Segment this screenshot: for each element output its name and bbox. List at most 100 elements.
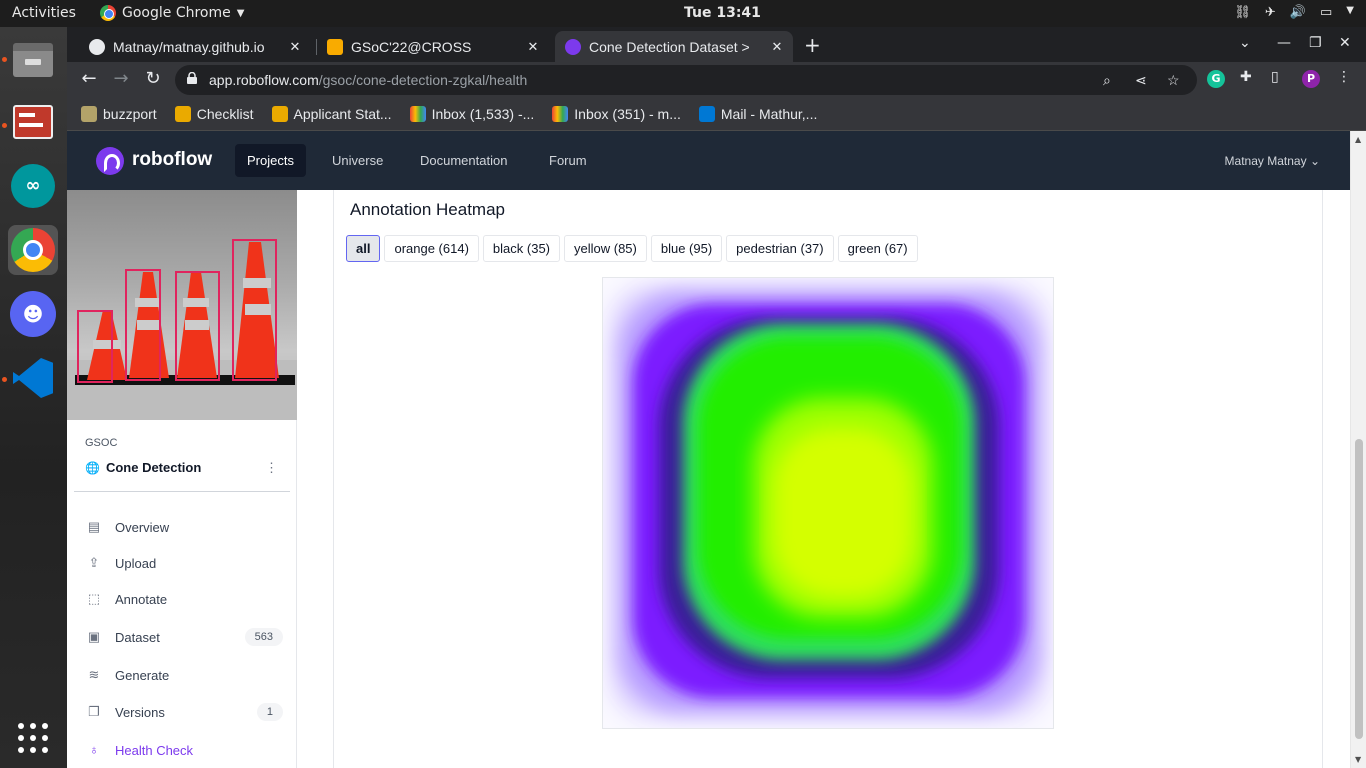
arduino-app-icon[interactable]: ∞ xyxy=(8,161,58,211)
share-icon[interactable]: ⋖ xyxy=(1135,72,1147,89)
annotate-icon: ⬚ xyxy=(87,591,101,606)
gsoc-icon xyxy=(327,38,343,55)
roboflow-navbar: roboflow Projects Universe Documentation… xyxy=(67,131,1350,190)
roboflow-brand[interactable]: roboflow xyxy=(132,149,212,171)
sidebar-item-label: Dataset xyxy=(115,629,160,645)
globe-icon: 🌐 xyxy=(85,460,100,475)
gmail-icon xyxy=(409,106,426,122)
discord-app-icon[interactable]: ☻ xyxy=(8,289,58,339)
menu-kebab-icon[interactable]: ⋮ xyxy=(1337,69,1351,85)
class-filter-group: all orange (614) black (35) yellow (85) … xyxy=(346,235,918,262)
filter-pedestrian[interactable]: pedestrian (37) xyxy=(726,235,834,262)
activities-button[interactable]: Activities xyxy=(12,5,76,21)
terminal-app-icon[interactable] xyxy=(8,97,58,147)
roboflow-logo-icon[interactable] xyxy=(96,147,124,175)
bookmark-mail[interactable]: Mail - Mathur,... xyxy=(698,106,818,122)
bookmark-label: Mail - Mathur,... xyxy=(720,106,818,122)
maximize-icon[interactable]: ❐ xyxy=(1309,35,1322,51)
cones-image xyxy=(67,239,297,420)
scroll-up-icon[interactable]: ▲ xyxy=(1355,135,1361,144)
tab-label: Matnay/matnay.github.io xyxy=(113,38,265,55)
close-icon[interactable]: ✕ xyxy=(285,39,305,55)
filter-green[interactable]: green (67) xyxy=(837,235,918,262)
airplane-icon: ✈ xyxy=(1264,5,1276,20)
versions-count-badge: 1 xyxy=(256,703,283,721)
filter-blue[interactable]: blue (95) xyxy=(650,235,723,262)
scroll-down-icon[interactable]: ▼ xyxy=(1355,755,1361,764)
address-bar[interactable]: app.roboflow.com/gsoc/cone-detection-zgk… xyxy=(175,65,1197,95)
nav-documentation[interactable]: Documentation xyxy=(408,144,519,177)
back-icon[interactable]: ← xyxy=(77,68,101,89)
sidebar-item-dataset[interactable]: ▣ Dataset 563 xyxy=(85,622,283,652)
buzzport-icon xyxy=(81,106,97,122)
network-icon: ⛓ xyxy=(1234,5,1251,20)
bookmark-applicant-status[interactable]: Applicant Stat... xyxy=(271,106,392,122)
reload-icon[interactable]: ↻ xyxy=(141,68,165,89)
filter-all[interactable]: all xyxy=(346,235,381,262)
profile-avatar[interactable]: P xyxy=(1302,70,1320,88)
minimize-icon[interactable]: — xyxy=(1277,35,1291,51)
bookmark-label: Inbox (1,533) -... xyxy=(431,106,535,122)
url-text: app.roboflow.com/gsoc/cone-detection-zgk… xyxy=(209,72,527,88)
section-title: Annotation Heatmap xyxy=(350,200,505,219)
sidebar-item-health-check[interactable]: ♁ Health Check xyxy=(85,735,283,765)
user-menu[interactable]: Matnay Matnay ⌄ xyxy=(1225,154,1320,168)
running-indicator xyxy=(2,57,7,62)
filter-black[interactable]: black (35) xyxy=(482,235,560,262)
bookmark-label: Applicant Stat... xyxy=(293,106,392,122)
github-icon xyxy=(89,38,105,55)
running-indicator xyxy=(2,377,7,382)
page-scrollbar[interactable]: ▲ ▼ xyxy=(1350,131,1366,768)
close-icon[interactable]: ✕ xyxy=(523,39,543,55)
window-close-icon[interactable]: ✕ xyxy=(1339,35,1351,51)
filter-orange[interactable]: orange (614) xyxy=(384,235,479,262)
sidebar-item-label: Overview xyxy=(115,519,170,535)
grammarly-icon[interactable]: G xyxy=(1207,70,1225,88)
tab-roboflow[interactable]: Cone Detection Dataset > ✕ xyxy=(555,31,793,62)
sidebar-item-annotate[interactable]: ⬚ Annotate xyxy=(85,584,283,614)
applicant-icon xyxy=(271,106,288,122)
roboflow-icon xyxy=(565,38,581,55)
sidebar-item-versions[interactable]: ❐ Versions 1 xyxy=(85,697,283,727)
bookmark-inbox-2[interactable]: Inbox (351) - m... xyxy=(552,106,681,122)
tab-search-icon[interactable]: ⌄ xyxy=(1239,35,1251,51)
browser-toolbar: ← → ↻ app.roboflow.com/gsoc/cone-detecti… xyxy=(67,62,1366,98)
system-top-bar: Activities Google Chrome ▼ Tue 13:41 ⛓ ✈… xyxy=(0,0,1366,27)
battery-icon: ▭ xyxy=(1320,5,1333,20)
generate-icon: ≋ xyxy=(88,667,100,682)
files-app-icon[interactable] xyxy=(8,35,58,85)
close-icon[interactable]: ✕ xyxy=(767,39,787,55)
sidebar-item-label: Annotate xyxy=(115,591,168,607)
scrollbar-thumb[interactable] xyxy=(1355,439,1363,739)
sidebar-item-label: Health Check xyxy=(115,742,194,758)
forward-icon[interactable]: → xyxy=(109,68,133,89)
tab-gsoc[interactable]: GSoC'22@CROSS ✕ xyxy=(317,31,549,62)
side-panel-icon[interactable]: ▯ xyxy=(1271,69,1279,85)
show-apps-icon[interactable] xyxy=(8,713,58,763)
nav-forum[interactable]: Forum xyxy=(537,144,599,177)
project-title[interactable]: 🌐 Cone Detection xyxy=(85,460,201,475)
bookmark-inbox-1[interactable]: Inbox (1,533) -... xyxy=(409,106,535,122)
url-path: /gsoc/cone-detection-zgkal/health xyxy=(318,72,528,88)
nav-universe[interactable]: Universe xyxy=(320,144,395,177)
clock[interactable]: Tue 13:41 xyxy=(684,5,761,21)
bookmark-star-icon[interactable]: ☆ xyxy=(1167,72,1180,89)
zoom-icon[interactable]: ⌕ xyxy=(1103,72,1111,89)
system-tray[interactable]: ⛓ ✈ 🔊 ▭ ▼ xyxy=(1234,5,1354,20)
tab-github[interactable]: Matnay/matnay.github.io ✕ xyxy=(79,31,311,62)
user-name: Matnay Matnay xyxy=(1224,154,1307,168)
vscode-app-icon[interactable] xyxy=(8,353,58,403)
bookmark-checklist[interactable]: Checklist xyxy=(174,106,254,122)
extensions-icon[interactable]: ✚ xyxy=(1240,69,1252,85)
new-tab-icon[interactable]: + xyxy=(804,33,821,57)
lock-icon xyxy=(187,72,197,84)
sidebar-item-overview[interactable]: ▤ Overview xyxy=(85,512,283,542)
sidebar-item-generate[interactable]: ≋ Generate xyxy=(85,660,283,690)
chrome-app-icon[interactable] xyxy=(8,225,58,275)
nav-projects[interactable]: Projects xyxy=(235,144,306,177)
bookmark-buzzport[interactable]: buzzport xyxy=(81,106,157,122)
app-menu[interactable]: Google Chrome ▼ xyxy=(100,5,244,21)
filter-yellow[interactable]: yellow (85) xyxy=(564,235,647,262)
sidebar-item-upload[interactable]: ⇪ Upload xyxy=(85,548,283,578)
project-menu-icon[interactable]: ⋮ xyxy=(265,460,278,476)
